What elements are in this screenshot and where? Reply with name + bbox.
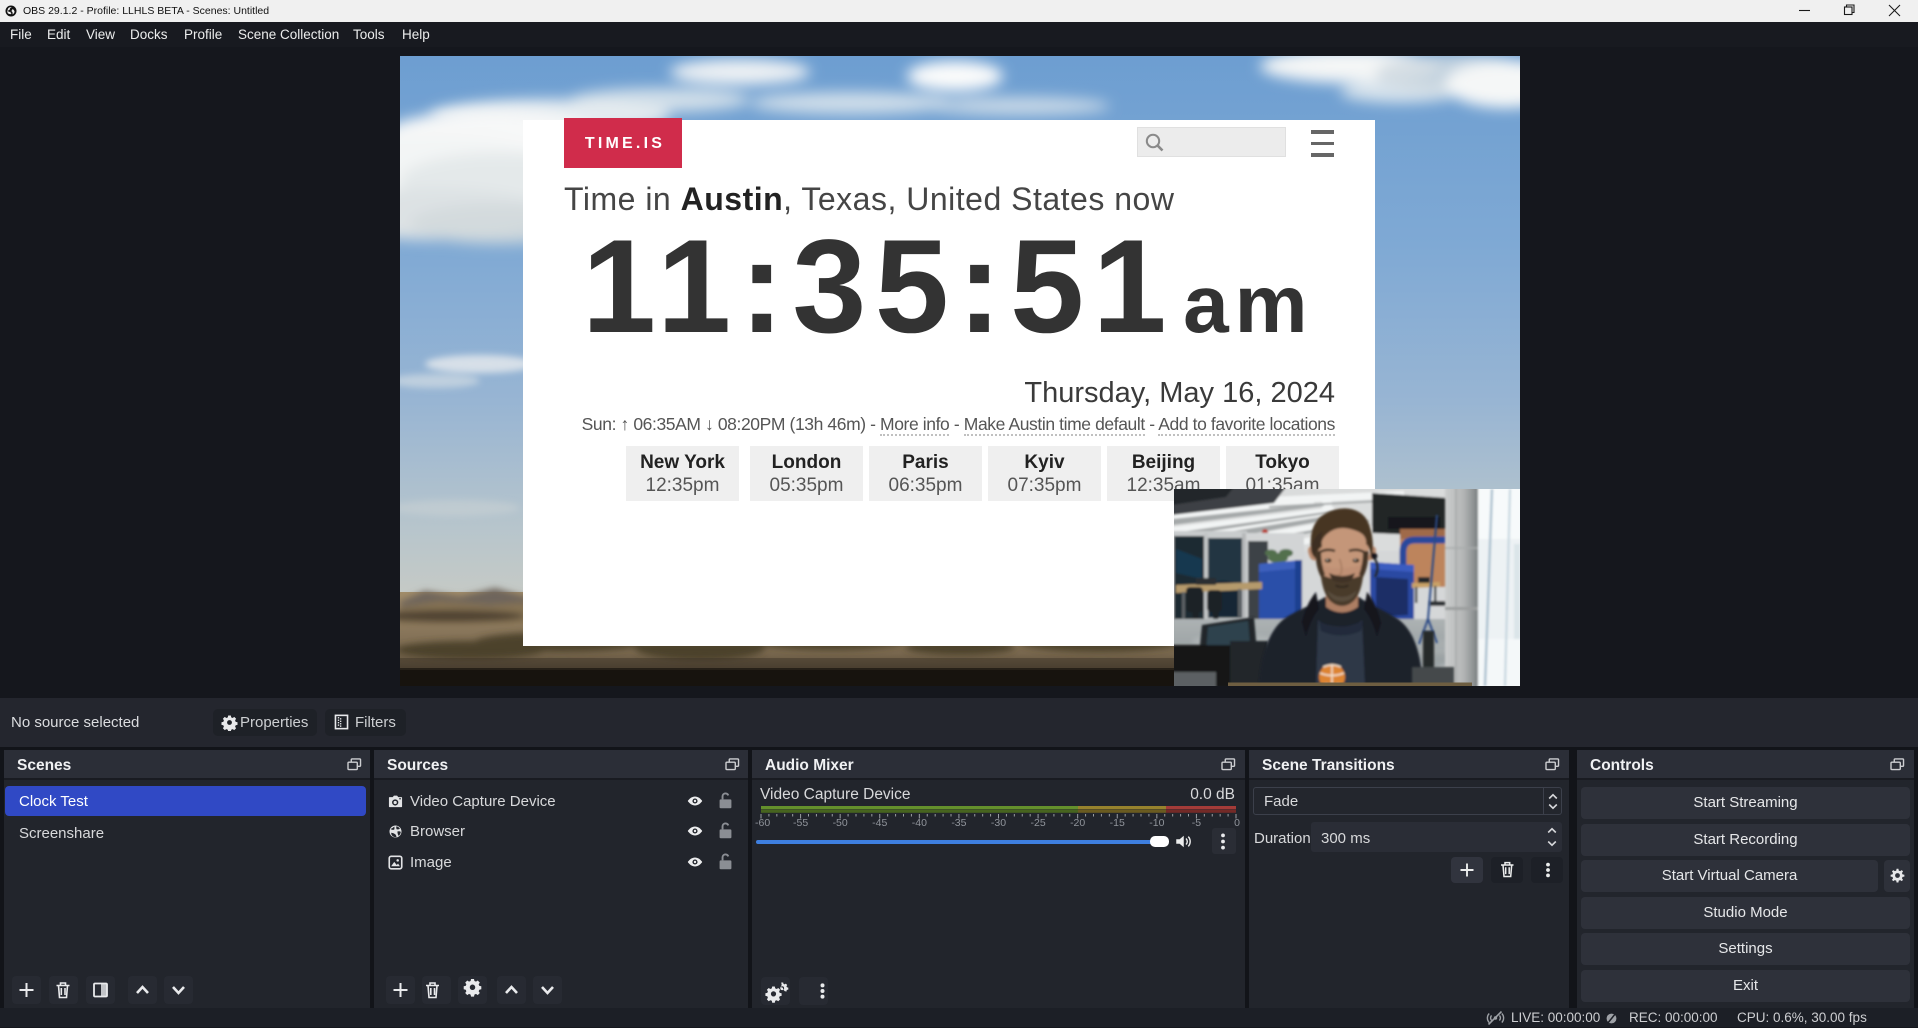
svg-text:-60: -60 — [755, 817, 770, 829]
svg-text:-45: -45 — [872, 817, 887, 829]
svg-text:-25: -25 — [1030, 817, 1045, 829]
svg-text:-5: -5 — [1192, 817, 1201, 829]
svg-text:-55: -55 — [793, 817, 808, 829]
svg-text:0: 0 — [1234, 817, 1240, 829]
svg-text:-20: -20 — [1070, 817, 1085, 829]
svg-text:-50: -50 — [833, 817, 848, 829]
svg-text:-15: -15 — [1110, 817, 1125, 829]
svg-text:-10: -10 — [1149, 817, 1164, 829]
svg-text:-40: -40 — [912, 817, 927, 829]
svg-text:-35: -35 — [951, 817, 966, 829]
svg-text:-30: -30 — [991, 817, 1006, 829]
